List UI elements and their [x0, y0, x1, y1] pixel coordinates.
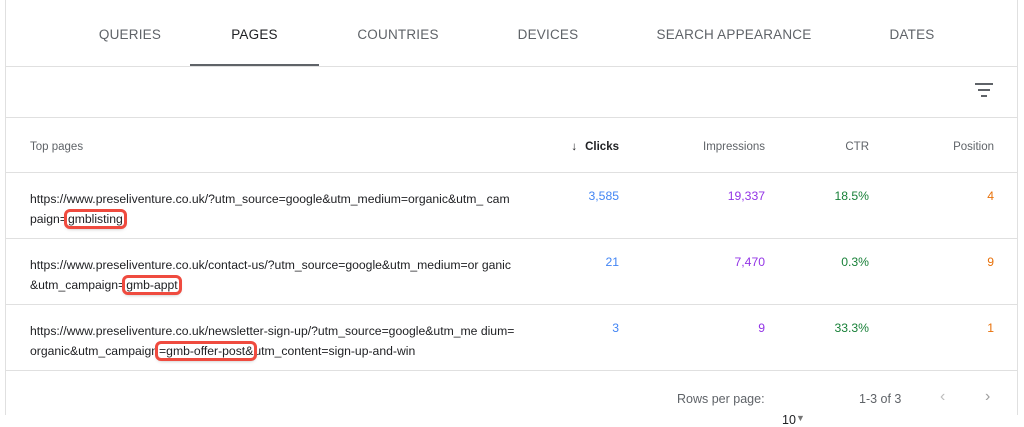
table-row[interactable]: https://www.preseliventure.co.uk/contact…	[6, 239, 1017, 305]
highlighted-campaign: gmblisting	[63, 209, 127, 229]
position-value: 1	[987, 321, 994, 335]
header-impressions[interactable]: Impressions	[703, 141, 765, 153]
tab-pages[interactable]: PAGES	[190, 0, 319, 66]
prev-page-icon[interactable]: ‹	[940, 388, 945, 406]
table-row[interactable]: https://www.preseliventure.co.uk/?utm_so…	[6, 173, 1017, 239]
rows-per-page-value: 10	[782, 413, 796, 427]
header-clicks[interactable]: ↓ Clicks	[571, 141, 619, 153]
filter-icon[interactable]	[975, 83, 993, 101]
tab-search-appearance[interactable]: SEARCH APPEARANCE	[646, 0, 822, 66]
page-url[interactable]: https://www.preseliventure.co.uk/newslet…	[30, 321, 515, 361]
header-position[interactable]: Position	[953, 141, 994, 153]
filter-bar	[6, 67, 1017, 118]
position-value: 4	[987, 189, 994, 203]
page-range: 1-3 of 3	[859, 392, 902, 406]
impressions-value: 7,470	[734, 255, 766, 269]
url-text: https://www.preseliventure.co.uk/contact…	[30, 258, 511, 292]
next-page-icon[interactable]: ›	[985, 388, 990, 406]
page-url[interactable]: https://www.preseliventure.co.uk/?utm_so…	[30, 189, 515, 229]
tab-queries[interactable]: QUERIES	[68, 0, 192, 66]
sort-arrow-down-icon: ↓	[571, 141, 578, 153]
header-ctr[interactable]: CTR	[845, 141, 869, 153]
page-url[interactable]: https://www.preseliventure.co.uk/contact…	[30, 255, 515, 295]
highlighted-campaign: gmb-appt	[122, 275, 182, 295]
pagination: Rows per page: 10 ▼ 1-3 of 3 ‹ ›	[6, 371, 1017, 427]
rows-per-page-label: Rows per page:	[677, 392, 765, 406]
table-row[interactable]: https://www.preseliventure.co.uk/newslet…	[6, 305, 1017, 371]
tab-countries[interactable]: COUNTRIES	[336, 0, 460, 66]
header-top-pages: Top pages	[30, 141, 84, 153]
ctr-value: 33.3%	[834, 321, 869, 335]
ctr-value: 18.5%	[834, 189, 869, 203]
ctr-value: 0.3%	[841, 255, 869, 269]
performance-card: QUERIES PAGES COUNTRIES DEVICES SEARCH A…	[5, 0, 1018, 427]
tab-bar: QUERIES PAGES COUNTRIES DEVICES SEARCH A…	[6, 0, 1017, 67]
highlighted-campaign: =gmb-offer-post&	[155, 341, 258, 361]
clicks-value: 3,585	[588, 189, 620, 203]
header-clicks-label: Clicks	[585, 141, 619, 153]
clicks-value: 3	[612, 321, 619, 335]
position-value: 9	[987, 255, 994, 269]
tab-dates[interactable]: DATES	[850, 0, 974, 66]
url-text-rest: utm_content=sign-up-and-win	[254, 344, 416, 358]
impressions-value: 9	[758, 321, 765, 335]
tab-devices[interactable]: DEVICES	[486, 0, 610, 66]
clicks-value: 21	[605, 255, 619, 269]
impressions-value: 19,337	[727, 189, 765, 203]
table-header: Top pages ↓ Clicks Impressions CTR Positi…	[6, 118, 1017, 173]
